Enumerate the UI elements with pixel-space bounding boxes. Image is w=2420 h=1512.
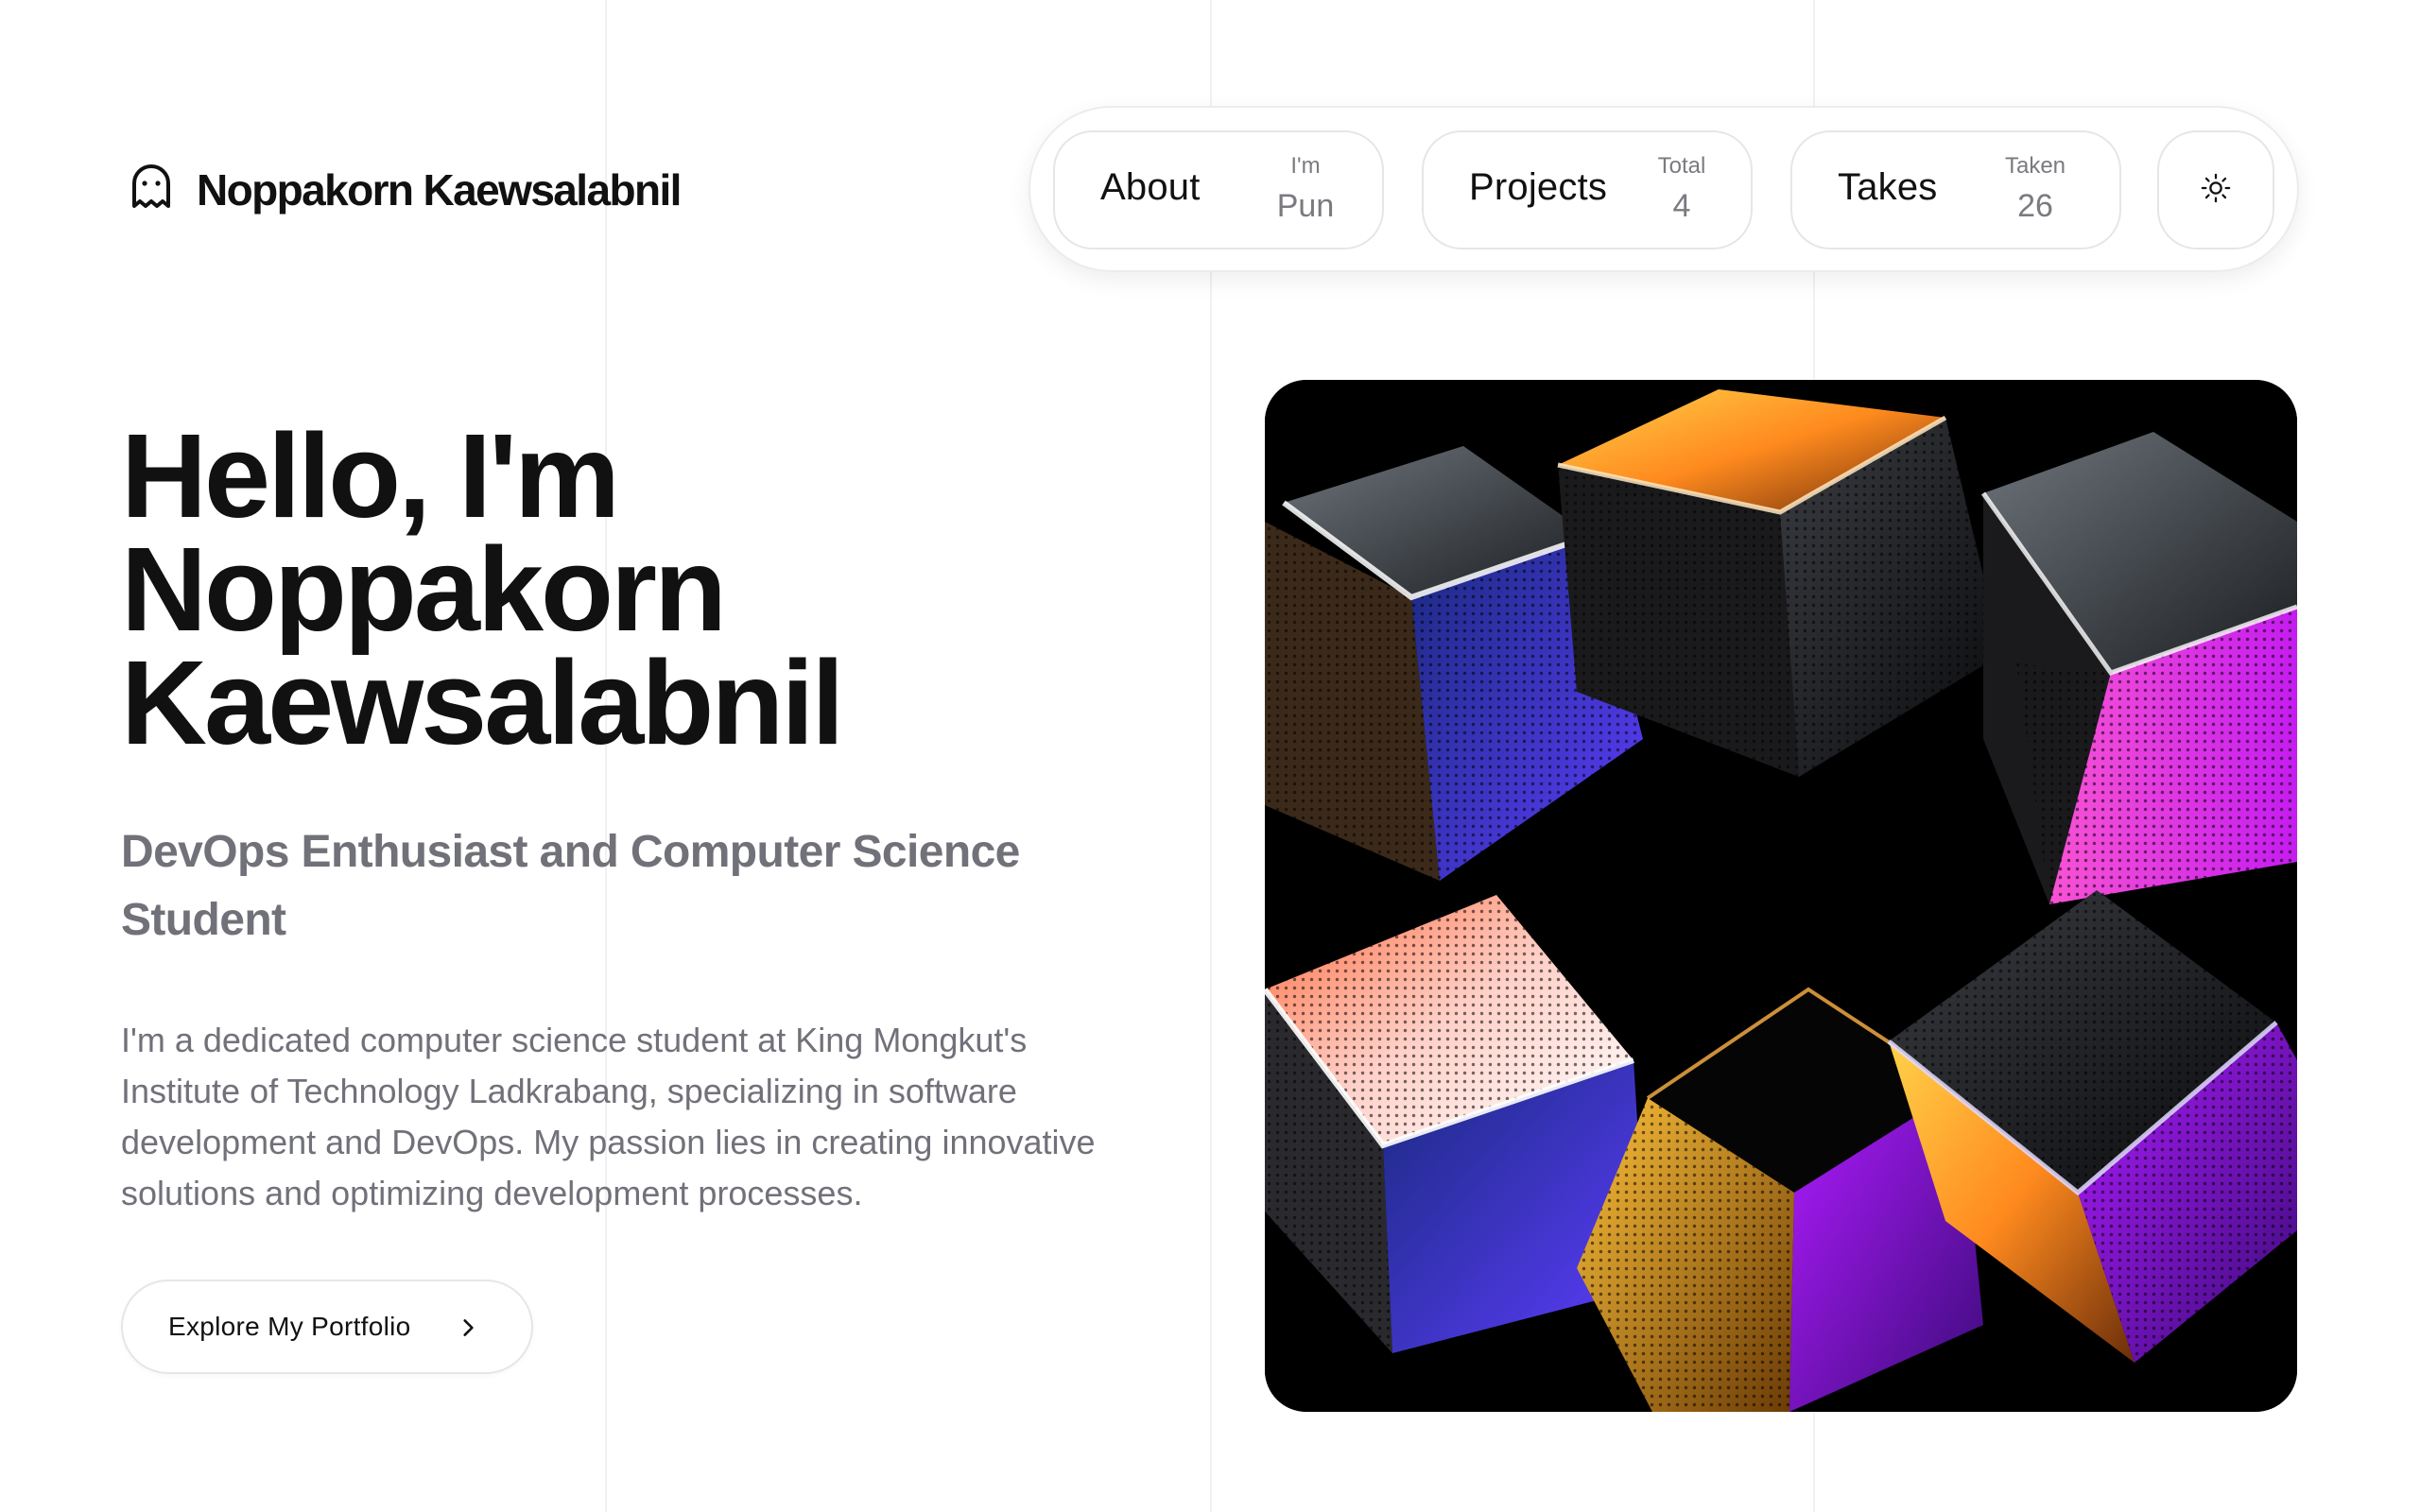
cube: [1980, 432, 2297, 904]
top-nav: About I'm Pun Projects Total 4 Takes Tak…: [1028, 106, 2299, 272]
explore-portfolio-label: Explore My Portfolio: [168, 1312, 411, 1341]
nav-about-meta: I'm Pun: [1253, 151, 1357, 227]
hero-description: I'm a dedicated computer science student…: [121, 1021, 1096, 1212]
brand[interactable]: Noppakorn Kaewsalabnil: [127, 163, 682, 216]
nav-projects-meta: Total 4: [1630, 151, 1734, 227]
page: Noppakorn Kaewsalabnil About I'm Pun Pro…: [0, 0, 2420, 1512]
nav-about-label: About: [1100, 166, 1201, 208]
nav-projects-meta-caption: Total: [1657, 153, 1706, 179]
hero-title-line: Noppakorn: [121, 523, 727, 656]
ghost-icon: [127, 163, 176, 216]
nav-projects-count: 4: [1672, 188, 1691, 224]
nav-about-meta-caption: I'm: [1290, 153, 1321, 179]
nav-takes-meta-caption: Taken: [2004, 153, 2066, 179]
nav-about[interactable]: About I'm Pun: [1053, 130, 1384, 249]
nav-projects-label: Projects: [1469, 166, 1608, 208]
iridescent-cubes-image: [1265, 380, 2297, 1412]
nav-takes-count: 26: [2017, 188, 2053, 224]
hero-subtitle: DevOps Enthusiast and Computer Science S…: [121, 827, 1020, 945]
nav-projects[interactable]: Projects Total 4: [1422, 130, 1753, 249]
theme-toggle-button[interactable]: [2157, 130, 2274, 249]
hero-title-line: Hello, I'm: [121, 409, 620, 542]
hero-title-line: Kaewsalabnil: [121, 636, 844, 769]
sun-icon: [2200, 172, 2232, 209]
brand-name: Noppakorn Kaewsalabnil: [197, 164, 682, 215]
nav-takes-label: Takes: [1838, 166, 1938, 208]
hero-title: Hello, I'm Noppakorn Kaewsalabnil: [121, 409, 1161, 769]
explore-portfolio-button[interactable]: Explore My Portfolio: [121, 1280, 533, 1374]
hero-artwork: [1265, 380, 2297, 1412]
nav-takes[interactable]: Takes Taken 26: [1790, 130, 2121, 249]
nav-takes-meta: Taken 26: [1983, 151, 2087, 227]
nav-about-meta-value: Pun: [1276, 188, 1335, 224]
